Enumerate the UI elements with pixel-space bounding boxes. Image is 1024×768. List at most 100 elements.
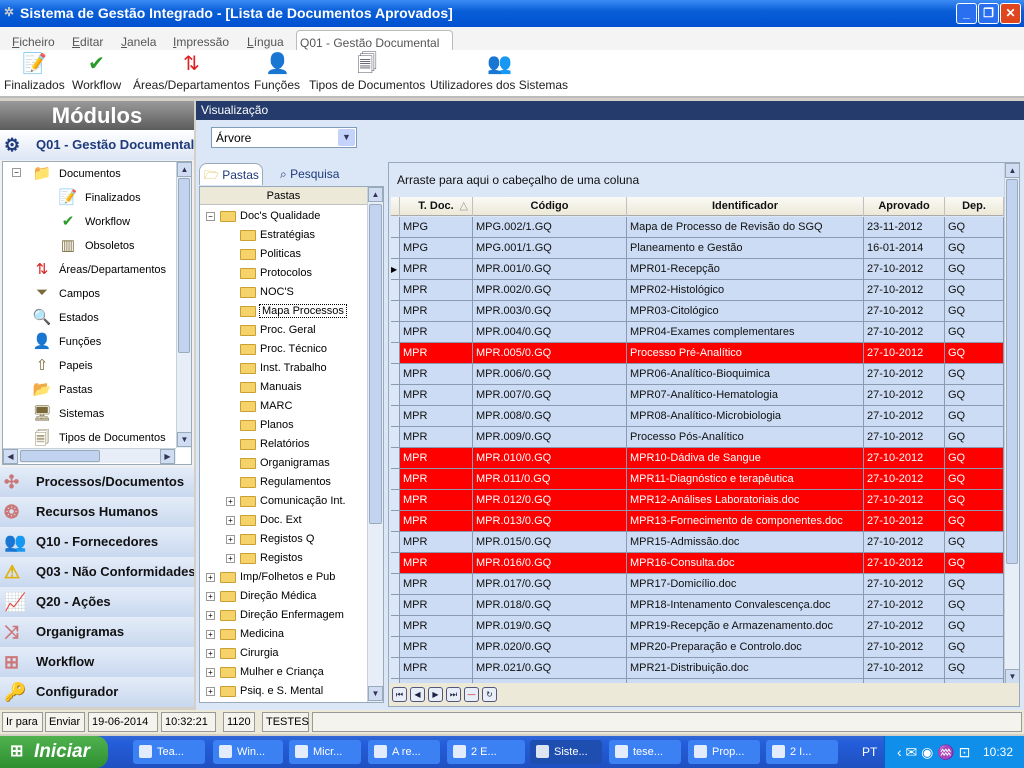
table-row[interactable]: MPR MPR.002/0.GQ MPR02-Histológico 27-10-20… (391, 280, 1004, 301)
menu-ficheiro[interactable]: Ficheiro (12, 35, 55, 49)
restore-button[interactable]: ❐ (978, 3, 999, 24)
menu-lingua[interactable]: Língua (247, 35, 284, 49)
table-row[interactable]: MPR MPR.003/0.GQ MPR03-Citológico 27-10-201… (391, 301, 1004, 322)
row-indicator[interactable] (391, 238, 400, 259)
row-indicator[interactable] (391, 511, 400, 532)
folder-item[interactable]: Proc. Geral (240, 321, 316, 340)
row-indicator[interactable] (391, 322, 400, 343)
table-row[interactable]: MPR MPR.012/0.GQ MPR12-Análises Laboratori… (391, 490, 1004, 511)
table-row[interactable]: MPR MPR.008/0.GQ MPR08-Analítico-Microbiol… (391, 406, 1004, 427)
folder-item[interactable]: Manuais (240, 378, 302, 397)
module-tree-item[interactable]: ▥ Obsoletos (57, 236, 135, 256)
module-q20-a-es[interactable]: 📈 Q20 - Ações (0, 587, 194, 617)
row-indicator[interactable] (391, 574, 400, 595)
row-indicator[interactable] (391, 595, 400, 616)
table-row[interactable]: MPR MPR.021/0.GQ MPR21-Distribuição.doc 27-… (391, 658, 1004, 679)
folder-item[interactable]: + Registos Q (226, 530, 314, 549)
taskbar-task[interactable]: 2 I... (766, 740, 838, 764)
menu-janela[interactable]: Janela (121, 35, 156, 49)
expand-icon[interactable]: + (226, 534, 235, 544)
module-configurador[interactable]: 🔑 Configurador (0, 677, 194, 707)
table-row[interactable]: MPR MPR.004/0.GQ MPR04-Exames complementar… (391, 322, 1004, 343)
folder-item[interactable]: + Mulher e Criança (206, 663, 324, 682)
row-indicator[interactable] (391, 385, 400, 406)
folder-item[interactable]: + Medicina (206, 625, 284, 644)
row-indicator[interactable] (391, 301, 400, 322)
table-row[interactable]: MPR MPR.016/0.GQ MPR16-Consulta.doc 27-10-2… (391, 553, 1004, 574)
tab-pesquisa[interactable]: ⌕ Pesquisa (280, 163, 370, 185)
close-button[interactable]: ✕ (1000, 3, 1021, 24)
row-indicator[interactable] (391, 343, 400, 364)
expand-icon[interactable]: + (226, 515, 235, 525)
language-indicator[interactable]: PT (862, 736, 877, 768)
toolbar-workflow-button[interactable]: ✔ Workflow (72, 52, 121, 92)
collapse-icon[interactable]: − (206, 211, 215, 221)
toolbar--reas-departamentos-button[interactable]: ⇅ Áreas/Departamentos (133, 52, 250, 92)
row-indicator[interactable] (391, 406, 400, 427)
taskbar-task[interactable]: Win... (213, 740, 283, 764)
start-button[interactable]: ⊞ Iniciar (0, 736, 108, 768)
table-row[interactable]: MPR MPR.009/0.GQ Processo Pós-Analítico 27-… (391, 427, 1004, 448)
taskbar-task[interactable]: tese... (609, 740, 681, 764)
tab-q01-gestao-documental[interactable]: Q01 - Gestão Documental (296, 30, 453, 51)
module-tree-item[interactable]: 🖥 Sistemas (31, 404, 104, 424)
minimize-button[interactable]: _ (956, 3, 977, 24)
module-tree-item[interactable]: 📁 Documentos (31, 164, 121, 184)
table-row[interactable]: MPG MPG.002/1.GQ Mapa de Processo de Revis… (391, 217, 1004, 238)
taskbar-task[interactable]: Micr... (289, 740, 361, 764)
row-indicator[interactable] (391, 364, 400, 385)
row-indicator[interactable] (391, 469, 400, 490)
folder-item[interactable]: Proc. Técnico (240, 340, 327, 359)
table-row[interactable]: MPR MPR.020/0.GQ MPR20-Preparação e Contro… (391, 637, 1004, 658)
tree-vertical-scrollbar[interactable]: ▲ ▼ (176, 162, 192, 448)
next-icon[interactable]: ▶ (428, 687, 443, 702)
taskbar-task[interactable]: 2 E... (447, 740, 525, 764)
scroll-up-icon[interactable]: ▲ (1005, 163, 1020, 178)
expand-icon[interactable]: + (206, 648, 215, 658)
folder-item[interactable]: Planos (240, 416, 294, 435)
chevron-down-icon[interactable]: ▼ (338, 129, 355, 146)
table-row[interactable]: ▶ MPR MPR.001/0.GQ MPR01-Recepção 27-10-2012… (391, 259, 1004, 280)
folder-item[interactable]: + Direção Médica (206, 587, 316, 606)
row-indicator[interactable] (391, 637, 400, 658)
scroll-right-icon[interactable]: ▶ (160, 449, 175, 464)
refresh-icon[interactable]: ↻ (482, 687, 497, 702)
table-row[interactable]: MPR MPR.007/0.GQ MPR07-Analítico-Hematolog… (391, 385, 1004, 406)
taskbar-task[interactable]: Tea... (133, 740, 205, 764)
folder-vertical-scrollbar[interactable]: ▲ ▼ (367, 187, 383, 702)
h-scroll-thumb[interactable] (20, 450, 100, 462)
first-icon[interactable]: ⏮ (392, 687, 407, 702)
collapse-toggle[interactable]: − (12, 168, 21, 177)
menu-impressao[interactable]: Impressão (173, 35, 229, 49)
tab-pastas[interactable]: 🗁 Pastas (199, 163, 263, 185)
menu-editar[interactable]: Editar (72, 35, 103, 49)
row-indicator[interactable] (391, 217, 400, 238)
scroll-left-icon[interactable]: ◀ (3, 449, 18, 464)
table-row[interactable]: MPG MPG.001/1.GQ Planeamento e Gestão 16-01… (391, 238, 1004, 259)
toolbar-finalizados-button[interactable]: 📝 Finalizados (4, 52, 65, 92)
tree-horizontal-scrollbar[interactable]: ◀ ▶ (3, 448, 176, 464)
view-mode-select[interactable]: Árvore ▼ (211, 127, 357, 148)
row-indicator[interactable] (391, 532, 400, 553)
module-organigramas[interactable]: ⤨ Organigramas (0, 617, 194, 647)
table-row[interactable]: MPR MPR.019/0.GQ MPR19-Recepção e Armazena… (391, 616, 1004, 637)
module-tree-item[interactable]: ✔ Workflow (57, 212, 130, 232)
goto-button[interactable]: Ir para (2, 712, 43, 732)
module-q10-fornecedores[interactable]: 👥 Q10 - Fornecedores (0, 527, 194, 557)
folder-item[interactable]: Regulamentos (240, 473, 331, 492)
folder-item[interactable]: NOC'S (240, 283, 294, 302)
folder-item[interactable]: + Cirurgia (206, 644, 279, 663)
scroll-down-icon[interactable]: ▼ (1005, 669, 1020, 684)
table-row[interactable]: MPR MPR.011/0.GQ MPR11-Diagnóstico e terap… (391, 469, 1004, 490)
module-tree-item[interactable]: 🗐 Tipos de Documentos (31, 428, 166, 448)
grid-vertical-scrollbar[interactable]: ▲ ▼ (1004, 163, 1020, 685)
folder-item[interactable]: + Imp/Folhetos e Pub (206, 568, 335, 587)
scroll-up-icon[interactable]: ▲ (368, 187, 383, 202)
folder-item[interactable]: + Direção Enfermagem (206, 606, 344, 625)
folder-item[interactable]: Relatórios (240, 435, 310, 454)
module-tree-item[interactable]: 👤 Funções (31, 332, 102, 352)
table-row[interactable]: MPR MPR.005/0.GQ Processo Pré-Analítico 27-… (391, 343, 1004, 364)
module-tree-item[interactable]: ⏷ Campos (31, 284, 100, 304)
last-icon[interactable]: ⏭ (446, 687, 461, 702)
current-module-header[interactable]: ⚙ Q01 - Gestão Documental (0, 130, 194, 160)
